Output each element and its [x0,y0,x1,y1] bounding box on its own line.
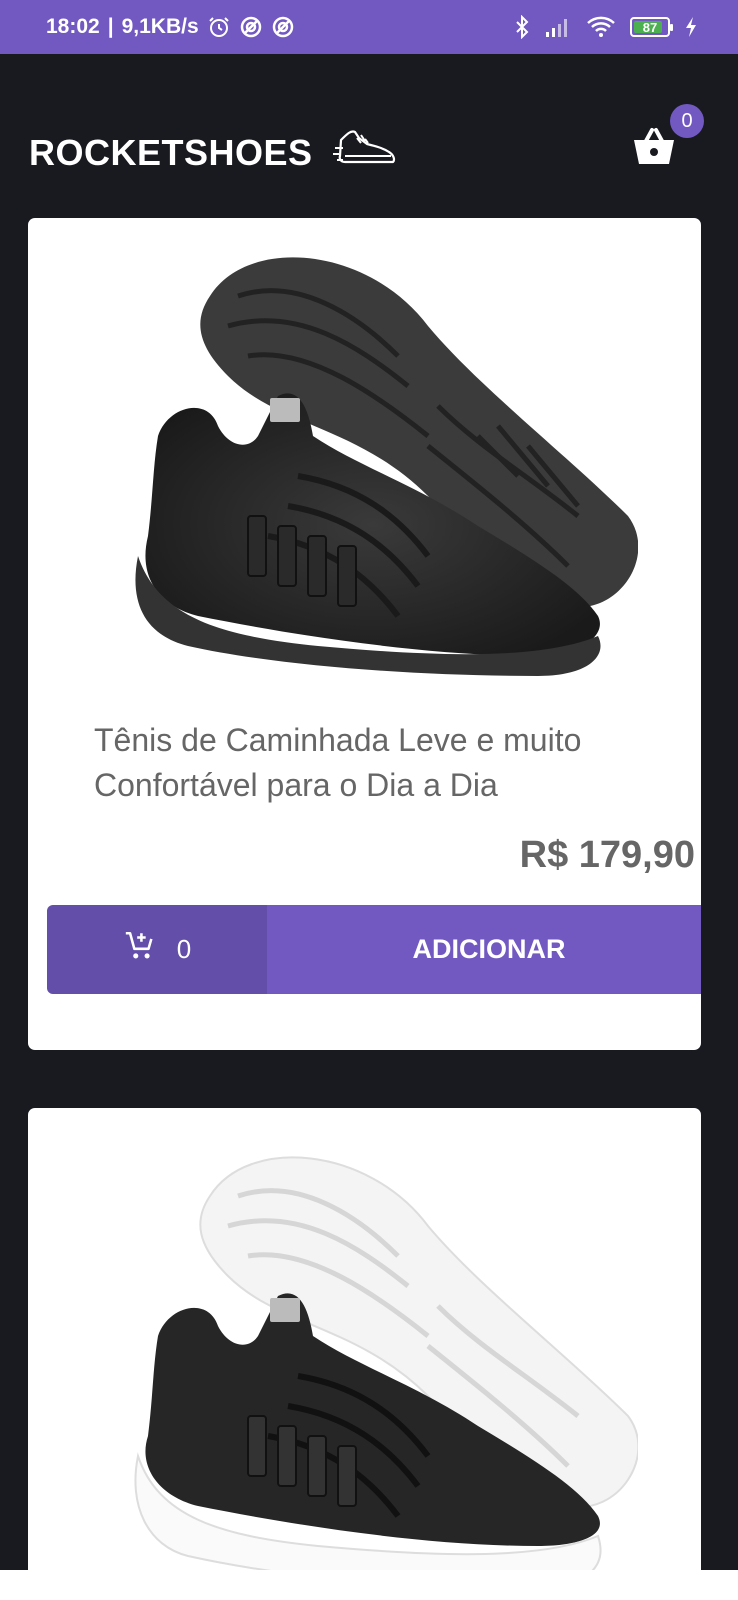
cart-count-badge: 0 [670,104,704,138]
product-image[interactable] [98,236,639,701]
cart-button[interactable]: 0 [634,104,704,172]
product-image[interactable] [98,1136,640,1588]
cart-amount: 0 [47,905,267,994]
wifi-icon [586,15,616,39]
charging-icon [684,16,698,38]
alarm-icon [207,15,231,39]
signal-icon [544,16,572,38]
app-header: ROCKETSHOES 0 [0,54,738,214]
product-title: Tênis de Caminhada Leve e muito Confortá… [94,722,582,803]
status-bar: 18:02 | 9,1KB/s 87 [0,0,738,54]
brand-name: ROCKETSHOES [29,131,313,173]
status-right: 87 [514,15,698,39]
logo[interactable]: ROCKETSHOES [29,126,397,179]
product-card [28,1108,701,1588]
status-separator: | [107,15,114,38]
add-shopping-cart-icon [123,929,157,970]
battery-level: 87 [642,19,658,35]
product-price: R$ 179,90 [519,834,695,876]
product-card: Tênis de Caminhada Leve e muito Confortá… [28,218,701,1050]
battery-icon: 87 [630,17,673,37]
data-saver-icon [271,15,295,39]
add-to-cart-button[interactable]: 0 ADICIONAR [47,905,701,994]
status-network-speed: 9,1KB/s [121,15,199,38]
data-saver-icon [239,15,263,39]
status-left: 18:02 | 9,1KB/s [46,15,295,39]
bluetooth-icon [514,15,530,39]
home-indicator[interactable] [232,1583,506,1590]
add-button-label: ADICIONAR [412,934,566,964]
cart-amount-value: 0 [176,934,192,964]
status-time: 18:02 [46,15,100,38]
running-shoe-icon [332,126,397,179]
